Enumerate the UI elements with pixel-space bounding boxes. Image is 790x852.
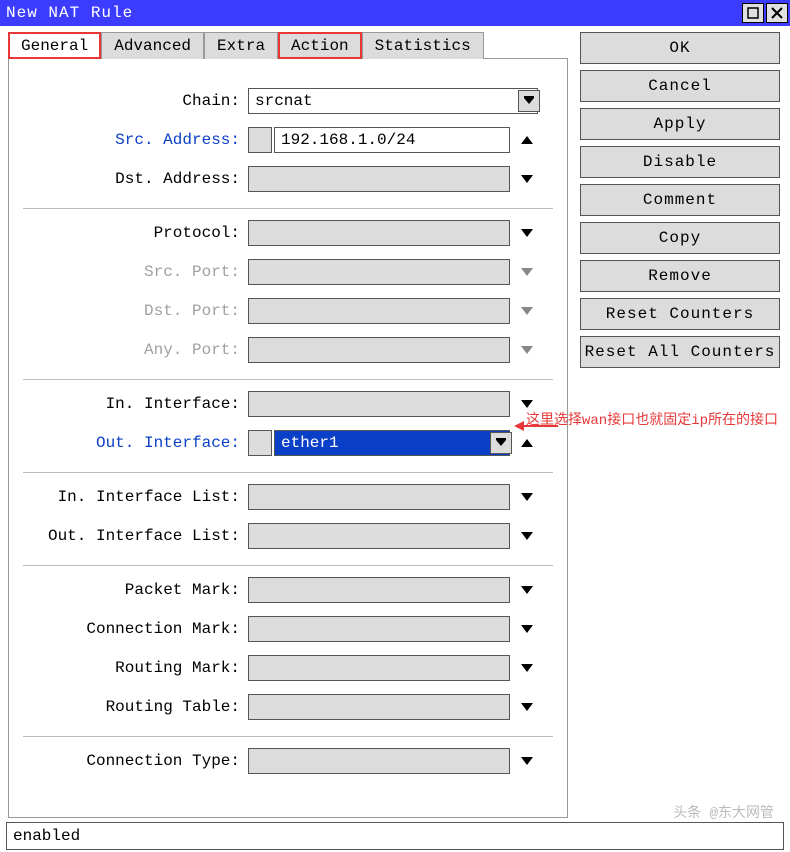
tab-action[interactable]: Action — [278, 32, 362, 59]
side-button-panel: OK Cancel Apply Disable Comment Copy Rem… — [580, 32, 780, 374]
close-button[interactable] — [766, 3, 788, 23]
remove-button[interactable]: Remove — [580, 260, 780, 292]
dst-port-expand-icon — [516, 300, 538, 322]
tab-panel-general: Chain: srcnat Src. Address: 192.168.1.0/… — [8, 58, 568, 818]
tab-advanced[interactable]: Advanced — [101, 32, 204, 59]
connection-type-label: Connection Type: — [23, 752, 248, 770]
protocol-field[interactable] — [248, 220, 510, 246]
routing-table-field[interactable] — [248, 694, 510, 720]
packet-mark-expand-icon[interactable] — [516, 579, 538, 601]
in-interface-list-expand-icon[interactable] — [516, 486, 538, 508]
in-interface-list-field[interactable] — [248, 484, 510, 510]
out-interface-list-field[interactable] — [248, 523, 510, 549]
apply-button[interactable]: Apply — [580, 108, 780, 140]
src-port-label: Src. Port: — [23, 263, 248, 281]
chain-dropdown-button[interactable] — [518, 90, 540, 112]
dst-address-field[interactable] — [248, 166, 510, 192]
chain-field[interactable]: srcnat — [248, 88, 538, 114]
routing-mark-label: Routing Mark: — [23, 659, 248, 677]
out-interface-list-expand-icon[interactable] — [516, 525, 538, 547]
tab-extra[interactable]: Extra — [204, 32, 278, 59]
any-port-field — [248, 337, 510, 363]
cancel-button[interactable]: Cancel — [580, 70, 780, 102]
in-interface-field[interactable] — [248, 391, 510, 417]
annotation-text: 这里选择wan接口也就固定ip所在的接口 — [526, 412, 790, 430]
window-title: New NAT Rule — [6, 4, 740, 22]
routing-mark-field[interactable] — [248, 655, 510, 681]
chain-label: Chain: — [23, 92, 248, 110]
out-interface-not-checkbox[interactable] — [248, 430, 272, 456]
reset-counters-button[interactable]: Reset Counters — [580, 298, 780, 330]
routing-table-label: Routing Table: — [23, 698, 248, 716]
connection-mark-expand-icon[interactable] — [516, 618, 538, 640]
src-port-expand-icon — [516, 261, 538, 283]
minimize-button[interactable] — [742, 3, 764, 23]
any-port-expand-icon — [516, 339, 538, 361]
src-address-field[interactable]: 192.168.1.0/24 — [274, 127, 510, 153]
tab-statistics[interactable]: Statistics — [362, 32, 484, 59]
in-interface-list-label: In. Interface List: — [23, 488, 248, 506]
routing-table-expand-icon[interactable] — [516, 696, 538, 718]
watermark-text: 头条 @东大网管 — [673, 802, 774, 822]
routing-mark-expand-icon[interactable] — [516, 657, 538, 679]
src-port-field — [248, 259, 510, 285]
any-port-label: Any. Port: — [23, 341, 248, 359]
out-interface-list-label: Out. Interface List: — [23, 527, 248, 545]
copy-button[interactable]: Copy — [580, 222, 780, 254]
src-address-label: Src. Address: — [23, 131, 248, 149]
in-interface-label: In. Interface: — [23, 395, 248, 413]
out-interface-field[interactable]: ether1 — [274, 430, 510, 456]
out-interface-label: Out. Interface: — [23, 434, 248, 452]
dst-address-expand-icon[interactable] — [516, 168, 538, 190]
connection-type-expand-icon[interactable] — [516, 750, 538, 772]
disable-button[interactable]: Disable — [580, 146, 780, 178]
connection-type-field[interactable] — [248, 748, 510, 774]
packet-mark-label: Packet Mark: — [23, 581, 248, 599]
out-interface-collapse-icon[interactable] — [516, 432, 538, 454]
packet-mark-field[interactable] — [248, 577, 510, 603]
protocol-expand-icon[interactable] — [516, 222, 538, 244]
connection-mark-label: Connection Mark: — [23, 620, 248, 638]
dst-address-label: Dst. Address: — [23, 170, 248, 188]
comment-button[interactable]: Comment — [580, 184, 780, 216]
reset-all-counters-button[interactable]: Reset All Counters — [580, 336, 780, 368]
connection-mark-field[interactable] — [248, 616, 510, 642]
window-titlebar: New NAT Rule — [0, 0, 790, 26]
tab-general[interactable]: General — [8, 32, 101, 59]
status-bar: enabled — [6, 822, 784, 850]
protocol-label: Protocol: — [23, 224, 248, 242]
dst-port-label: Dst. Port: — [23, 302, 248, 320]
src-address-collapse-icon[interactable] — [516, 129, 538, 151]
src-address-not-checkbox[interactable] — [248, 127, 272, 153]
dst-port-field — [248, 298, 510, 324]
out-interface-dropdown-button[interactable] — [490, 432, 512, 454]
status-text: enabled — [13, 827, 80, 845]
tab-bar: General Advanced Extra Action Statistics — [8, 32, 782, 59]
